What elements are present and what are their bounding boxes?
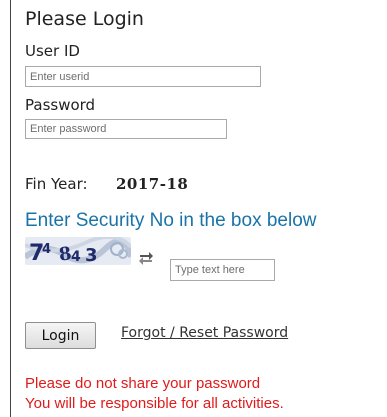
security-heading: Enter Security No in the box below [25,210,317,231]
userid-label: User ID [25,42,80,60]
fin-year-value: 2017-18 [116,175,189,193]
login-button[interactable]: Login [25,322,96,349]
page-title: Please Login [25,8,144,30]
password-label: Password [25,96,96,114]
fin-year-label: Fin Year: [25,175,88,193]
captcha-input[interactable] [170,259,275,281]
left-divider [10,0,11,417]
userid-input[interactable] [25,66,261,87]
svg-text:4: 4 [42,242,51,257]
password-input[interactable] [25,119,227,139]
warning-line-1: Please do not share your password [25,375,261,392]
svg-text:3: 3 [85,245,98,265]
warning-line-2: You will be responsible for all activiti… [25,395,284,412]
svg-text:4: 4 [71,249,81,265]
forgot-password-link[interactable]: Forgot / Reset Password [121,325,288,341]
captcha-image: 7 4 8 4 3 [25,237,131,265]
refresh-arrows-icon[interactable] [137,248,155,266]
